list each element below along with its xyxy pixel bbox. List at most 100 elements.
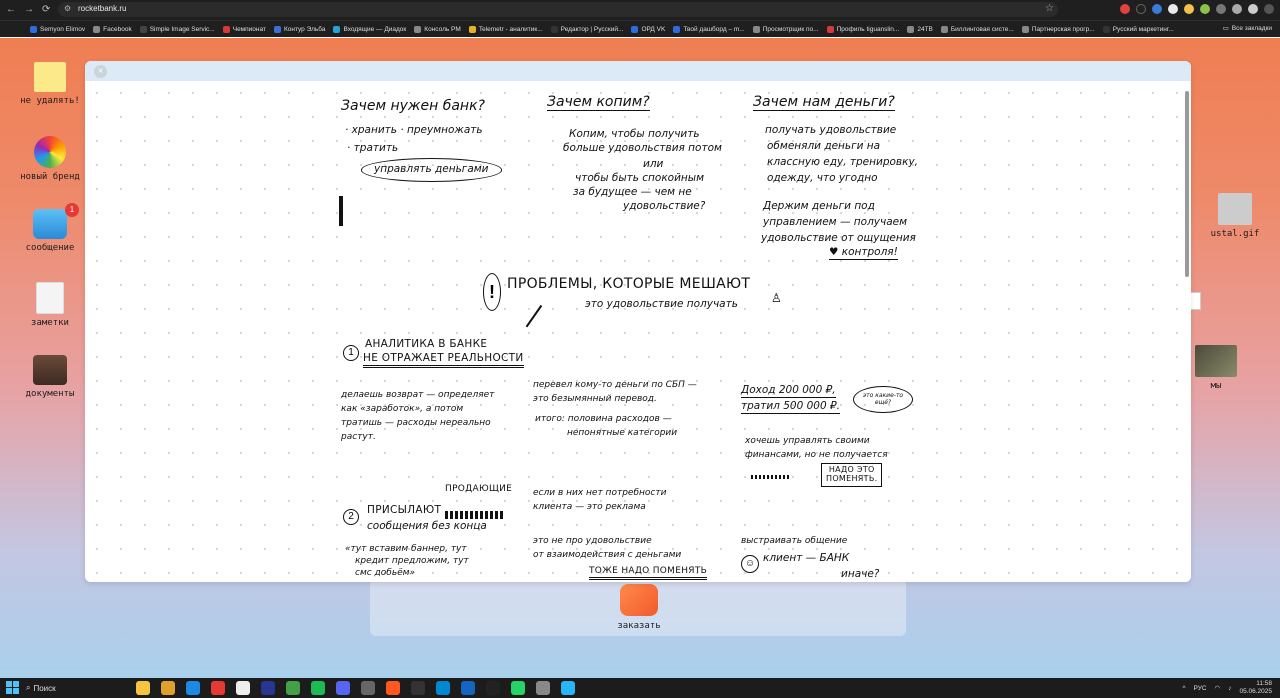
bookmark-item[interactable]: ОРД VK	[631, 25, 665, 33]
site-info-icon[interactable]: ⚙	[64, 4, 71, 13]
p2-b1: если в них нет потребности	[533, 488, 667, 498]
q3-line3: классную еду, тренировку,	[767, 156, 918, 168]
app-icon[interactable]	[536, 681, 550, 695]
bookmark-star-icon[interactable]: ☆	[1045, 3, 1054, 14]
extension-icon[interactable]	[1200, 4, 1210, 14]
change-box-line2: ПОМЕНЯТЬ.	[826, 473, 878, 483]
back-icon[interactable]: ←	[6, 4, 16, 16]
bookmark-label: Редактор | Русский...	[560, 25, 624, 33]
all-bookmarks-button[interactable]: ▭ Все закладки	[1223, 24, 1272, 33]
file-explorer-icon[interactable]	[161, 681, 175, 695]
bookmark-item[interactable]: Контур Эльба	[273, 25, 325, 33]
bookmark-item[interactable]: Русский маркетинг...	[1102, 25, 1174, 33]
clock-time: 11:58	[1256, 680, 1272, 687]
spotify-icon[interactable]	[311, 681, 325, 695]
bookmark-item[interactable]: Чемпионат	[222, 25, 266, 33]
windows-start-icon[interactable]	[6, 681, 20, 695]
wifi-icon[interactable]: ◠	[1215, 684, 1221, 692]
bookmark-item[interactable]: 24TB	[907, 25, 933, 33]
q3-line5: Держим деньги под	[763, 200, 875, 212]
app-icon[interactable]	[411, 681, 425, 695]
desktop-icon-notes[interactable]: заметки	[15, 282, 85, 328]
yandex-icon[interactable]	[211, 681, 225, 695]
menu-icon[interactable]	[1264, 4, 1274, 14]
exclamation-icon: !	[483, 273, 501, 311]
sticky-note-icon	[34, 62, 66, 92]
volume-icon[interactable]: ♪	[1228, 685, 1231, 692]
bookmark-item[interactable]: Просмотрщик по...	[752, 25, 819, 33]
cursor-app-icon[interactable]	[486, 681, 500, 695]
app-icon[interactable]	[436, 681, 450, 695]
yandex-browser-icon[interactable]	[236, 681, 250, 695]
bookmark-item[interactable]: Твой дашборд – m...	[673, 25, 745, 33]
desktop-icon-message[interactable]: 1 сообщение	[15, 203, 85, 253]
extension-icon[interactable]	[1120, 4, 1130, 14]
desktop-icon-ustal-gif[interactable]: ustal.gif	[1200, 193, 1270, 239]
app-icon[interactable]	[386, 681, 400, 695]
bookmark-item[interactable]: Simple Image Servic...	[139, 25, 215, 33]
scrollbar-thumb[interactable]	[1185, 91, 1189, 277]
small-file-icon[interactable]	[1190, 292, 1201, 310]
download-icon[interactable]	[1232, 4, 1242, 14]
p1-c1: Доход 200 000 ₽,	[741, 384, 836, 398]
p2-b3: это не про удовольствие	[533, 536, 652, 546]
bookmark-label: 24TB	[917, 25, 933, 33]
forward-icon[interactable]: →	[24, 4, 34, 16]
icon-label: мы	[1210, 381, 1222, 391]
desktop-icon-sticky-note[interactable]: не удалять!	[15, 62, 85, 106]
bookmark-label: Русский маркетинг...	[1112, 25, 1174, 33]
bookmark-label: Semyon Elimov	[40, 25, 86, 33]
p1-c3: хочешь управлять своими	[745, 436, 870, 446]
p2-b4: от взаимодействия с деньгами	[533, 550, 682, 560]
bookmark-item[interactable]: Партнерская прогр...	[1021, 25, 1095, 33]
bookmark-favicon-icon	[30, 25, 37, 33]
whatsapp-icon[interactable]	[511, 681, 525, 695]
app-icon[interactable]	[361, 681, 375, 695]
taskbar-search[interactable]: ⌕ Поиск	[26, 681, 56, 695]
desktop-icon-new-brand[interactable]: новый бренд	[15, 136, 85, 182]
bookmark-item[interactable]: Telemetr - аналитик...	[468, 25, 543, 33]
tray-expand-icon[interactable]: ^	[1182, 685, 1185, 692]
p1-b1: перевел кому-то деньги по СБП —	[533, 380, 697, 390]
puzzle-icon[interactable]	[1216, 4, 1226, 14]
address-bar[interactable]: ⚙ rocketbank.ru ☆	[58, 2, 1058, 17]
bookmark-favicon-icon	[673, 25, 681, 33]
bookmark-item[interactable]: Консоль PM	[414, 25, 461, 33]
p1-title2: НЕ ОТРАЖАЕТ РЕАЛЬНОСТИ	[363, 352, 524, 368]
desktop-icon-my[interactable]: мы	[1181, 345, 1251, 391]
reload-icon[interactable]: ⟳	[42, 4, 50, 16]
bookmark-item[interactable]: Входящие — Диадок	[333, 25, 406, 33]
avatar[interactable]	[1248, 4, 1258, 14]
bookmark-item[interactable]: Semyon Elimov	[30, 25, 86, 33]
bookmark-item[interactable]: Биллинговая систе...	[940, 25, 1014, 33]
extension-icon[interactable]	[1136, 4, 1146, 14]
bookmark-item[interactable]: Facebook	[93, 25, 132, 33]
q2-title: Зачем копим?	[547, 94, 650, 112]
q3-line8: ♥ контроля!	[829, 246, 898, 260]
telegram-icon[interactable]	[561, 681, 575, 695]
order-label[interactable]: заказать	[606, 621, 672, 631]
clock[interactable]: 11:58 05.06.2025	[1239, 680, 1272, 696]
extension-icon[interactable]	[1152, 4, 1162, 14]
steam-icon[interactable]	[461, 681, 475, 695]
person-icon: ♙	[771, 291, 782, 305]
whiteboard-canvas[interactable]: Зачем нужен банк? · хранить · преумножат…	[85, 81, 1191, 582]
rocket-app-icon[interactable]	[620, 584, 658, 616]
discord-icon[interactable]	[336, 681, 350, 695]
extension-icon[interactable]	[1168, 4, 1178, 14]
q2-line1: Копим, чтобы получить	[569, 128, 700, 140]
extension-icon[interactable]	[1184, 4, 1194, 14]
edge-icon[interactable]	[186, 681, 200, 695]
app-icon[interactable]	[261, 681, 275, 695]
app-icon[interactable]	[286, 681, 300, 695]
language-indicator[interactable]: РУС	[1194, 685, 1207, 692]
bookmark-item[interactable]: Профиль tiguanslin...	[826, 25, 899, 33]
bookmark-label: Simple Image Servic...	[149, 25, 215, 33]
close-icon[interactable]: ×	[94, 65, 107, 78]
copilot-icon[interactable]	[136, 681, 150, 695]
whiteboard-window: × Зачем нужен банк? · хранить · преумнож…	[85, 61, 1191, 582]
browser-toolbar: ← → ⟳ ⚙ rocketbank.ru ☆	[0, 0, 1280, 20]
p2-a3: смс добьём»	[355, 568, 416, 578]
bookmark-item[interactable]: Редактор | Русский...	[550, 25, 624, 33]
desktop-icon-documents[interactable]: документы	[15, 355, 85, 399]
